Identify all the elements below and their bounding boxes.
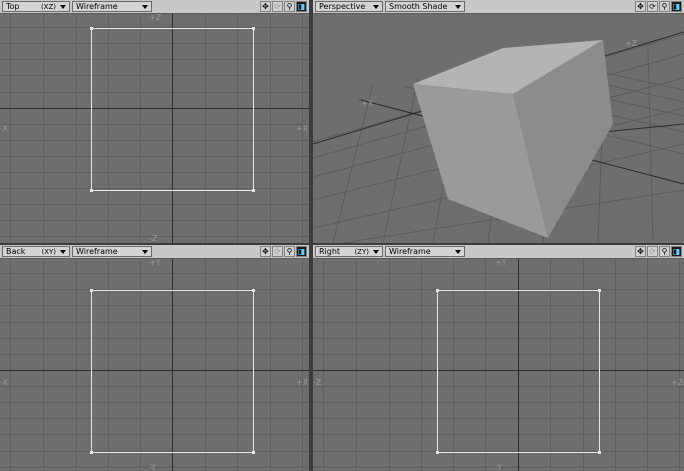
- viewport-right[interactable]: Right (ZY) Wireframe ✥ ⟳ ⚲ ◨ +Y -Y -Z +Z: [313, 245, 684, 471]
- viewport-header: Perspective Smooth Shade ✥ ⟳ ⚲ ◨: [313, 0, 684, 14]
- render-mode-dropdown[interactable]: Wireframe: [72, 1, 152, 12]
- viewport-drawing: +Y -Y -X +X: [0, 259, 309, 471]
- grid: [0, 14, 309, 243]
- plane-label: (XY): [41, 247, 56, 256]
- viewport-canvas[interactable]: +Y -Y -X +X: [0, 259, 309, 471]
- view-type-label: Top: [6, 2, 20, 11]
- zoom-view-icon[interactable]: ⚲: [284, 1, 295, 12]
- rotate-view-icon[interactable]: ⟳: [272, 246, 283, 257]
- viewport-top[interactable]: Top (XZ) Wireframe ✥ ⟳ ⚲ ◨ +Z -Z -X +X: [0, 0, 309, 243]
- rotate-view-icon[interactable]: ⟳: [647, 246, 658, 257]
- viewport-drawing: +Y -Y -Z +Z: [313, 259, 684, 471]
- horizontal-splitter[interactable]: [0, 243, 684, 245]
- move-view-icon[interactable]: ✥: [260, 1, 271, 12]
- axis-label-right: +Z: [671, 378, 684, 387]
- chevron-down-icon: [455, 250, 461, 254]
- maximize-view-icon[interactable]: ◨: [671, 246, 682, 257]
- zoom-view-icon[interactable]: ⚲: [659, 1, 670, 12]
- viewport-canvas[interactable]: +Z -Z -X +X: [0, 14, 309, 243]
- render-mode-label: Wireframe: [76, 2, 118, 11]
- chevron-down-icon: [142, 250, 148, 254]
- axis-label-top: +Y: [495, 259, 507, 267]
- axis-lines: [0, 14, 309, 243]
- axis-label-x: +X: [361, 99, 374, 108]
- chevron-down-icon: [60, 250, 66, 254]
- maximize-view-icon[interactable]: ◨: [671, 1, 682, 12]
- chevron-down-icon: [60, 5, 66, 9]
- view-type-label: Back: [6, 247, 26, 256]
- render-mode-label: Wireframe: [389, 247, 431, 256]
- view-type-dropdown[interactable]: Perspective: [315, 1, 383, 12]
- viewport-tools: ✥ ⟳ ⚲ ◨: [635, 1, 684, 12]
- viewport-tools: ✥ ⟳ ⚲ ◨: [260, 1, 309, 12]
- render-mode-dropdown[interactable]: Smooth Shade: [385, 1, 465, 12]
- view-type-label: Right: [319, 247, 341, 256]
- view-type-dropdown[interactable]: Top (XZ): [2, 1, 70, 12]
- viewport-header: Back (XY) Wireframe ✥ ⟳ ⚲ ◨: [0, 245, 309, 259]
- axis-label-right: +X: [296, 124, 309, 133]
- chevron-down-icon: [373, 250, 379, 254]
- viewport-canvas[interactable]: +Y -Y -Z +Z: [313, 259, 684, 471]
- view-type-label: Perspective: [319, 2, 366, 11]
- rotate-view-icon[interactable]: ⟳: [647, 1, 658, 12]
- view-type-dropdown[interactable]: Right (ZY): [315, 246, 383, 257]
- move-view-icon[interactable]: ✥: [260, 246, 271, 257]
- rotate-view-icon[interactable]: ⟳: [272, 1, 283, 12]
- view-type-dropdown[interactable]: Back (XY): [2, 246, 70, 257]
- axis-label-top: +Z: [149, 14, 162, 22]
- zoom-view-icon[interactable]: ⚲: [284, 246, 295, 257]
- axis-label-left: -X: [0, 124, 8, 133]
- axis-label-left: -Z: [313, 378, 322, 387]
- plane-label: (XZ): [40, 2, 56, 11]
- zoom-view-icon[interactable]: ⚲: [659, 246, 670, 257]
- axis-label-left: -X: [0, 378, 8, 387]
- chevron-down-icon: [373, 5, 379, 9]
- axis-label-bottom: -Y: [149, 463, 156, 471]
- layout-window: Top (XZ) Wireframe ✥ ⟳ ⚲ ◨ +Z -Z -X +X P…: [0, 0, 684, 471]
- axis-label-right: +X: [296, 378, 309, 387]
- render-mode-label: Smooth Shade: [389, 2, 448, 11]
- axis-label-top: +Y: [149, 259, 161, 267]
- viewport-header: Top (XZ) Wireframe ✥ ⟳ ⚲ ◨: [0, 0, 309, 14]
- render-mode-dropdown[interactable]: Wireframe: [385, 246, 465, 257]
- viewport-canvas[interactable]: +X +Z: [313, 14, 684, 243]
- axis-label-bottom: -Y: [495, 463, 502, 471]
- plane-label: (ZY): [354, 247, 369, 256]
- viewport-tools: ✥ ⟳ ⚲ ◨: [260, 246, 309, 257]
- viewport-header: Right (ZY) Wireframe ✥ ⟳ ⚲ ◨: [313, 245, 684, 259]
- viewport-back[interactable]: Back (XY) Wireframe ✥ ⟳ ⚲ ◨ +Y -Y -X +X: [0, 245, 309, 471]
- axis-label-z: +Z: [625, 39, 638, 48]
- move-view-icon[interactable]: ✥: [635, 246, 646, 257]
- vertical-splitter[interactable]: [309, 0, 313, 471]
- move-view-icon[interactable]: ✥: [635, 1, 646, 12]
- viewport-tools: ✥ ⟳ ⚲ ◨: [635, 246, 684, 257]
- render-mode-label: Wireframe: [76, 247, 118, 256]
- viewport-drawing: +Z -Z -X +X: [0, 14, 309, 243]
- chevron-down-icon: [455, 5, 461, 9]
- viewport-perspective[interactable]: Perspective Smooth Shade ✥ ⟳ ⚲ ◨ +X +Z: [313, 0, 684, 243]
- axis-label-bottom: -Z: [149, 234, 158, 243]
- chevron-down-icon: [142, 5, 148, 9]
- viewport-drawing: +X +Z: [313, 31, 684, 243]
- maximize-view-icon[interactable]: ◨: [296, 246, 307, 257]
- render-mode-dropdown[interactable]: Wireframe: [72, 246, 152, 257]
- maximize-view-icon[interactable]: ◨: [296, 1, 307, 12]
